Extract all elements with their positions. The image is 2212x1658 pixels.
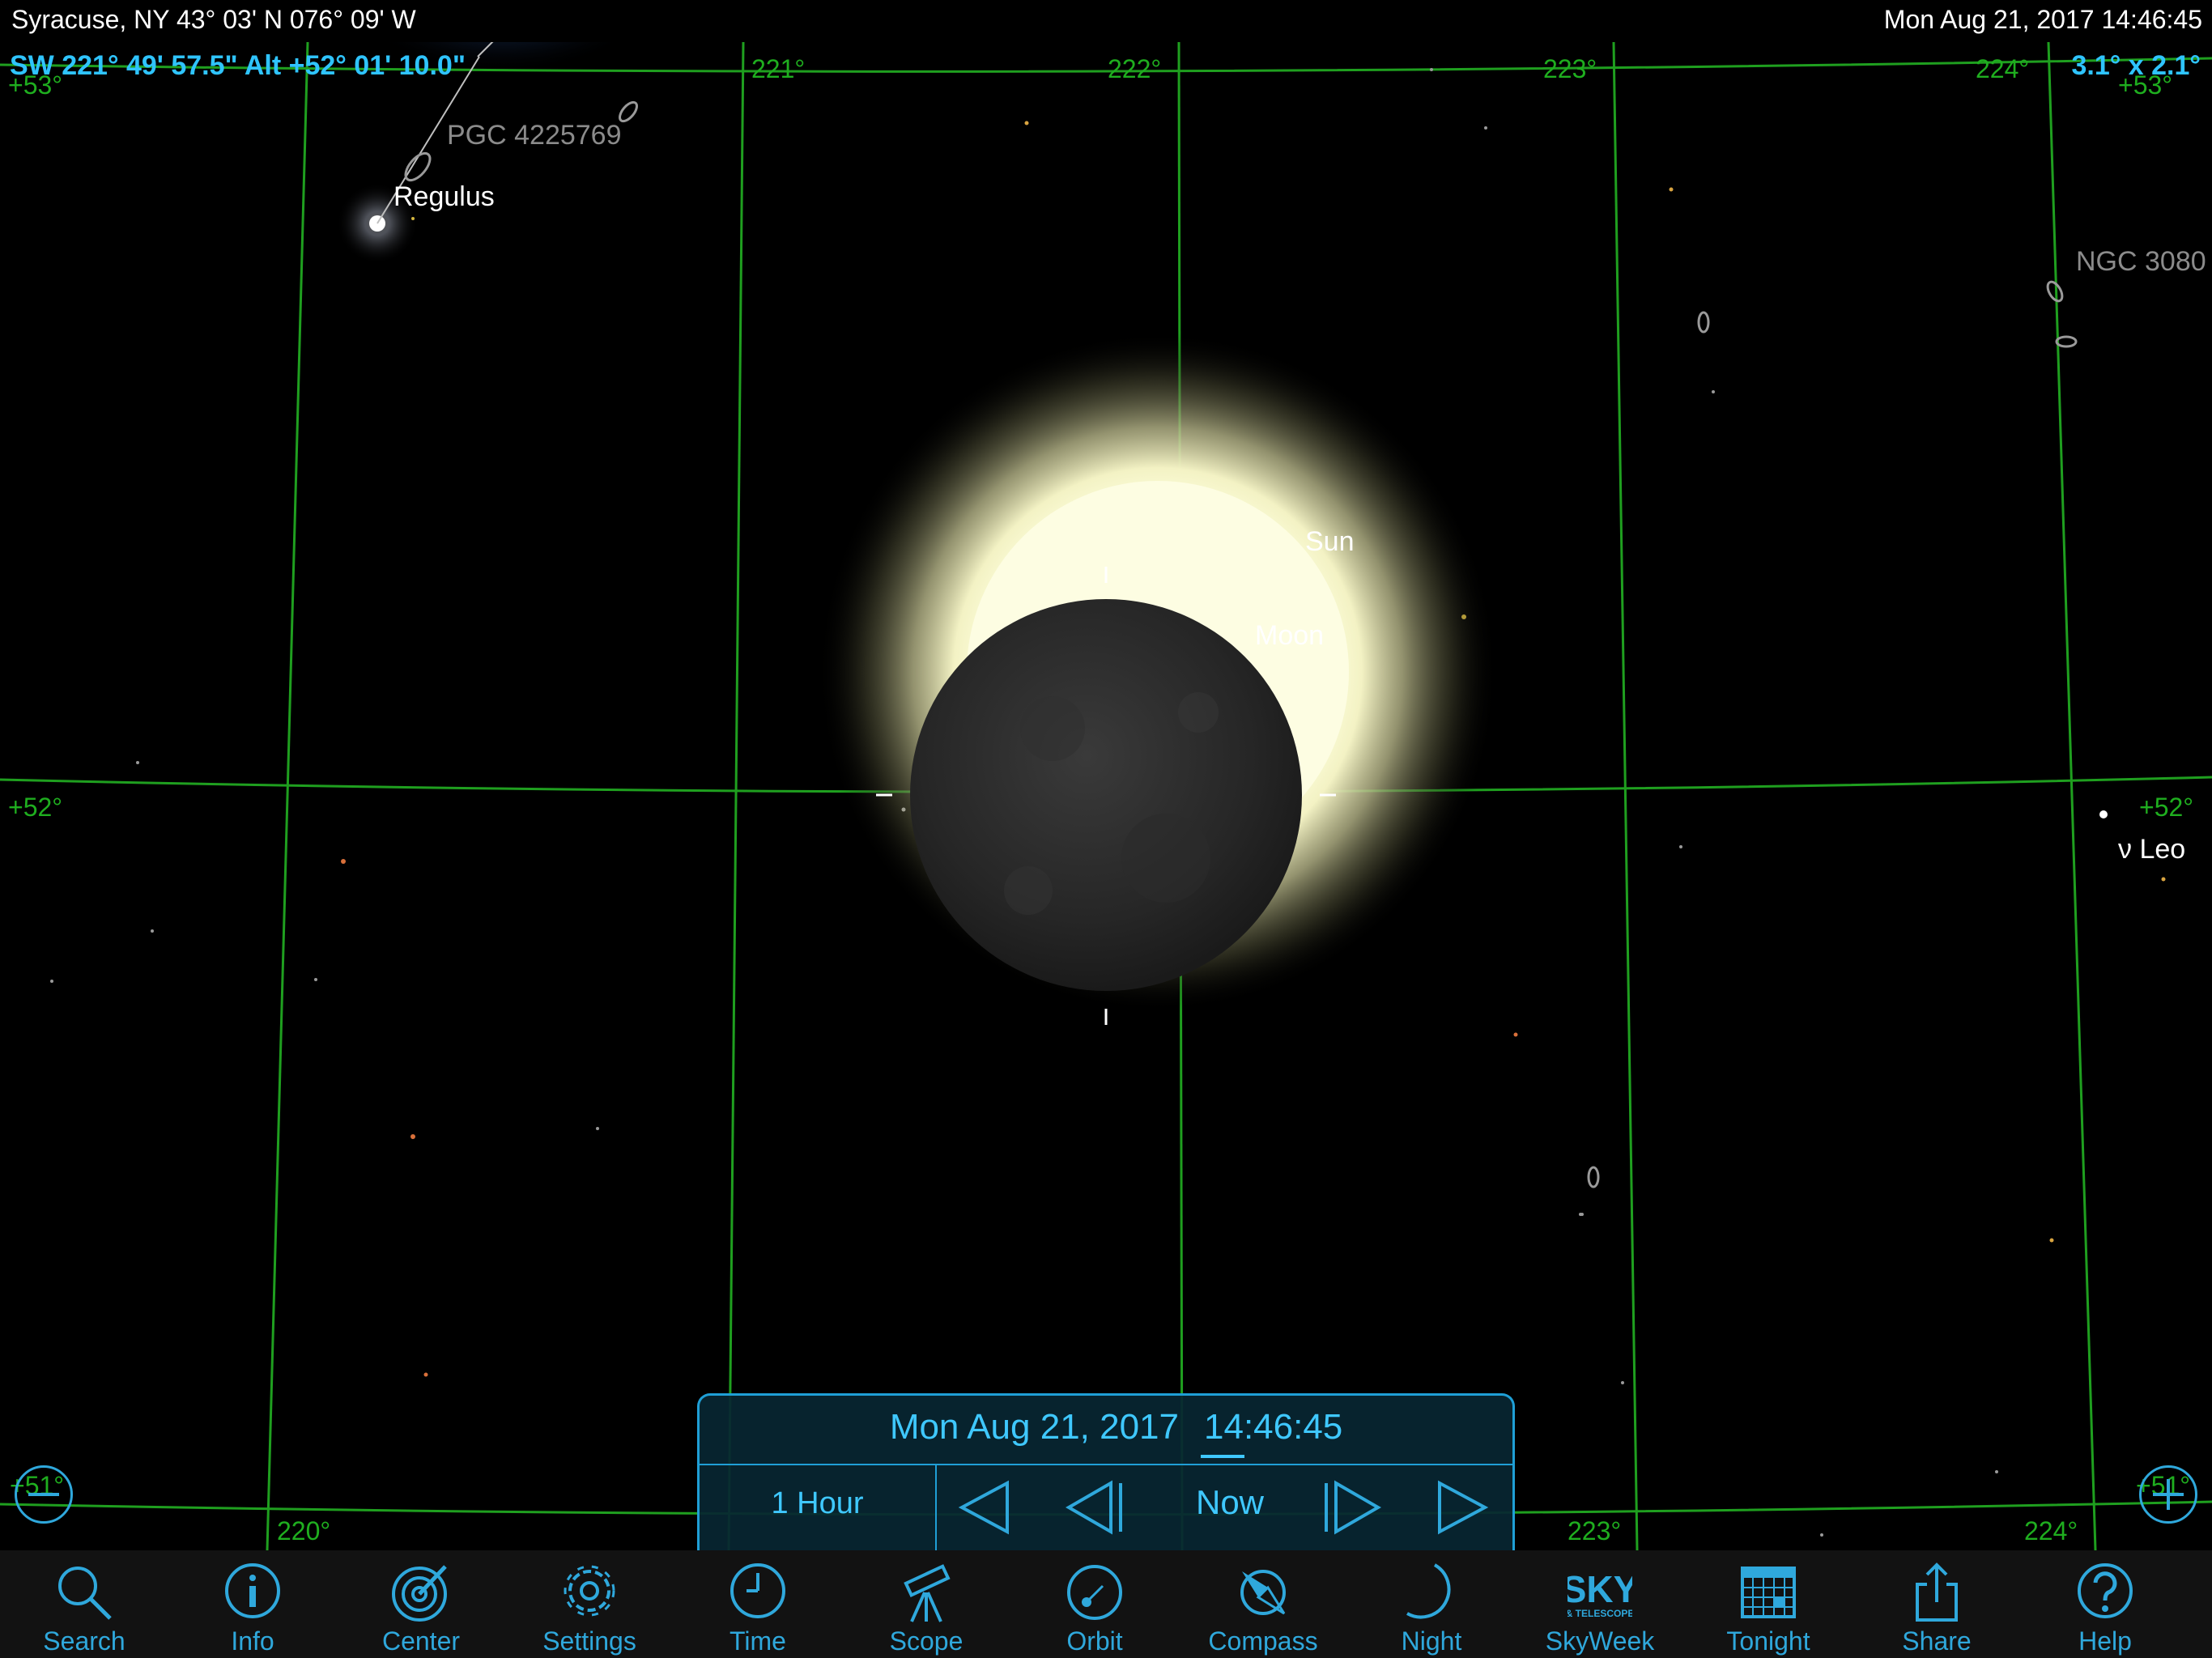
compass-icon — [1240, 1570, 1286, 1615]
galaxy-marker-ngc-2[interactable] — [2055, 335, 2078, 348]
info-icon — [225, 1563, 280, 1618]
orbit-icon — [1067, 1565, 1122, 1620]
sky-logo-subtext: & TELESCOPE — [1568, 1608, 1632, 1619]
time-panel-date[interactable]: Mon Aug 21, 2017 — [700, 1407, 1179, 1448]
azimuth-label-223: 223° — [1543, 54, 1597, 83]
toolbar-label-skyweek: SkyWeek — [1545, 1626, 1655, 1656]
toolbar-orbit-button[interactable]: Orbit — [1010, 1550, 1179, 1658]
clock-icon — [730, 1563, 785, 1618]
toolbar-label-orbit: Orbit — [1066, 1626, 1123, 1656]
ngc-galaxy-marker[interactable] — [2044, 279, 2065, 304]
moon-object[interactable] — [910, 599, 1302, 991]
toolbar-label-center: Center — [381, 1626, 461, 1656]
time-panel-divider-vertical — [935, 1465, 937, 1550]
toolbar-compass-button[interactable]: Compass — [1179, 1550, 1347, 1658]
toolbar-tonight-button[interactable]: Tonight — [1684, 1550, 1853, 1658]
toolbar-label-settings: Settings — [542, 1626, 636, 1656]
altitude-label-52-left: +52° — [8, 793, 62, 822]
time-control-panel: Mon Aug 21, 2017 14:46:45 1 Hour Now — [697, 1393, 1515, 1550]
toolbar-label-compass: Compass — [1208, 1626, 1318, 1656]
altitude-label-52-right: +52° — [2139, 793, 2193, 822]
azimuth-label-221: 221° — [751, 54, 805, 83]
pgc-galaxy-marker[interactable] — [401, 149, 434, 184]
zoom-out-button[interactable] — [15, 1465, 73, 1524]
toolbar-label-time: Time — [730, 1626, 786, 1656]
galaxy-marker-right-1[interactable] — [1697, 311, 1710, 334]
step-back-button[interactable] — [1062, 1475, 1127, 1540]
toolbar-time-button[interactable]: Time — [674, 1550, 842, 1658]
toolbar-label-info: Info — [231, 1626, 274, 1656]
azimuth-label-224-bottom: 224° — [2024, 1516, 2078, 1545]
azimuth-label-224-top: 224° — [1976, 54, 2029, 83]
azimuth-label-222: 222° — [1108, 54, 1161, 83]
help-icon — [2078, 1563, 2133, 1618]
step-forward-button[interactable] — [1320, 1475, 1385, 1540]
share-icon — [1916, 1562, 1958, 1622]
time-panel-divider — [700, 1464, 1512, 1465]
toolbar-help-button[interactable]: Help — [2021, 1550, 2189, 1658]
nu-leo-star[interactable] — [2099, 810, 2108, 818]
moon-label: Moon — [1255, 620, 1324, 651]
time-step-button[interactable]: 1 Hour — [700, 1486, 935, 1521]
sun-label: Sun — [1305, 526, 1355, 557]
bottom-toolbar: Search Info Center Settings Time Scope O… — [0, 1550, 2212, 1658]
step-forward-fast-button[interactable] — [1428, 1475, 1493, 1540]
target-icon — [392, 1565, 447, 1622]
position-readout: SW 221° 49' 57.5" Alt +52° 01' 10.0" — [10, 50, 466, 81]
toolbar-search-button[interactable]: Search — [0, 1550, 168, 1658]
toolbar-skyweek-button[interactable]: SKY & TELESCOPE SkyWeek — [1516, 1550, 1684, 1658]
toolbar-label-help: Help — [2078, 1626, 2132, 1656]
time-edit-caret — [1201, 1455, 1244, 1458]
time-panel-time[interactable]: 14:46:45 — [1204, 1407, 1342, 1448]
search-icon — [58, 1567, 112, 1620]
regulus-label: Regulus — [393, 181, 495, 212]
step-back-fast-button[interactable] — [954, 1475, 1019, 1540]
toolbar-label-search: Search — [43, 1626, 125, 1656]
location-readout: Syracuse, NY 43° 03' N 076° 09' W — [11, 5, 416, 34]
toolbar-scope-button[interactable]: Scope — [842, 1550, 1010, 1658]
pgc-label: PGC 4225769 — [447, 120, 622, 151]
azimuth-label-220: 220° — [277, 1516, 330, 1545]
toolbar-label-scope: Scope — [889, 1626, 963, 1656]
sky-logo-text: SKY — [1568, 1568, 1632, 1610]
field-of-view-readout: 3.1° x 2.1° — [2071, 50, 2201, 81]
gear-icon — [564, 1565, 615, 1617]
calendar-icon — [1741, 1567, 1796, 1618]
azimuth-label-223-bottom: 223° — [1568, 1516, 1621, 1545]
toolbar-settings-button[interactable]: Settings — [505, 1550, 674, 1658]
toolbar-night-button[interactable]: Night — [1347, 1550, 1516, 1658]
galaxy-marker-right-2[interactable] — [1587, 1166, 1600, 1188]
zoom-in-button[interactable] — [2139, 1465, 2197, 1524]
toolbar-share-button[interactable]: Share — [1853, 1550, 2021, 1658]
moon-crescent-icon — [1406, 1563, 1451, 1619]
sky-telescope-logo-icon: SKY & TELESCOPE — [1568, 1568, 1632, 1619]
toolbar-label-share: Share — [1902, 1626, 1972, 1656]
toolbar-label-night: Night — [1401, 1626, 1462, 1656]
datetime-readout: Mon Aug 21, 2017 14:46:45 — [1883, 5, 2202, 34]
now-button[interactable]: Now — [1181, 1483, 1278, 1522]
sky-chart-app: 221° 222° 223° 224° +53° +53° +52° +52° … — [0, 0, 2212, 1658]
sky-view[interactable]: 221° 222° 223° 224° +53° +53° +52° +52° … — [0, 0, 2212, 1550]
nu-leo-label: ν Leo — [2118, 834, 2185, 865]
toolbar-center-button[interactable]: Center — [337, 1550, 505, 1658]
ngc-label: NGC 3080 — [2076, 246, 2206, 277]
status-bar: Syracuse, NY 43° 03' N 076° 09' W Mon Au… — [0, 0, 2212, 42]
toolbar-info-button[interactable]: Info — [168, 1550, 337, 1658]
telescope-icon — [904, 1564, 951, 1622]
toolbar-label-tonight: Tonight — [1726, 1626, 1810, 1656]
